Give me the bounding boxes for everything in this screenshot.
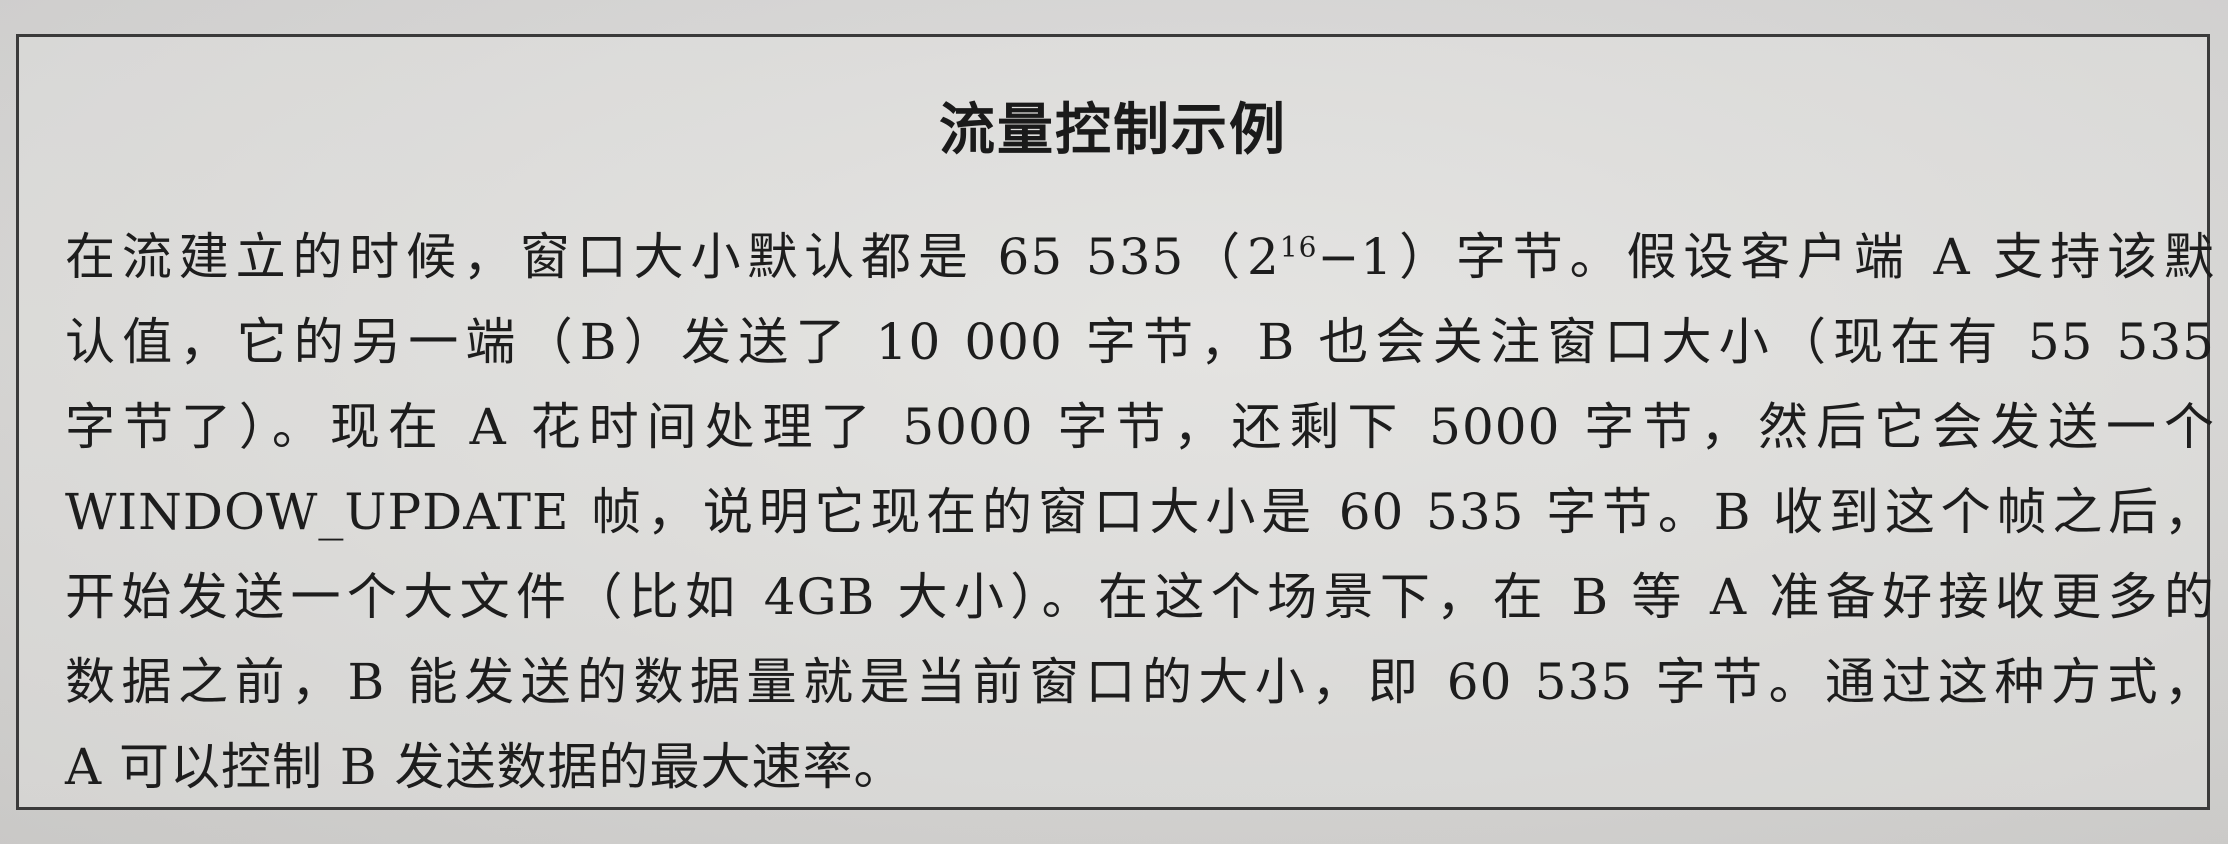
body-line-6: 数据之前，B 能发送的数据量就是当前窗口的大小，即 60 535 字节。通过这种…: [65, 653, 2215, 711]
body-line-7: A 可以控制 B 发送数据的最大速率。: [65, 738, 905, 796]
exponent: 16: [1279, 230, 1318, 264]
body-line-1: 在流建立的时候，窗口大小默认都是 65 535（216−1）字节。假设客户端 A…: [65, 215, 2215, 300]
body-line-5: 开始发送一个大文件（比如 4GB 大小）。在这个场景下，在 B 等 A 准备好接…: [65, 568, 2215, 626]
body-line-4: WINDOW_UPDATE 帧，说明它现在的窗口大小是 60 535 字节。B …: [65, 483, 2215, 541]
body-line-2: 认值，它的另一端（B）发送了 10 000 字节，B 也会关注窗口大小（现在有 …: [65, 313, 2215, 371]
box-body: 在流建立的时候，窗口大小默认都是 65 535（216−1）字节。假设客户端 A…: [65, 215, 2215, 810]
body-line-1-post: −1）字节。假设客户端 A 支持该默: [1317, 228, 2215, 286]
body-line-3: 字节了）。现在 A 花时间处理了 5000 字节，还剩下 5000 字节，然后它…: [65, 398, 2215, 456]
box-title: 流量控制示例: [939, 98, 1287, 163]
sidebar-box: 流量控制示例 在流建立的时候，窗口大小默认都是 65 535（216−1）字节。…: [16, 34, 2214, 810]
body-line-1-pre: 在流建立的时候，窗口大小默认都是 65 535（2: [65, 228, 1280, 286]
